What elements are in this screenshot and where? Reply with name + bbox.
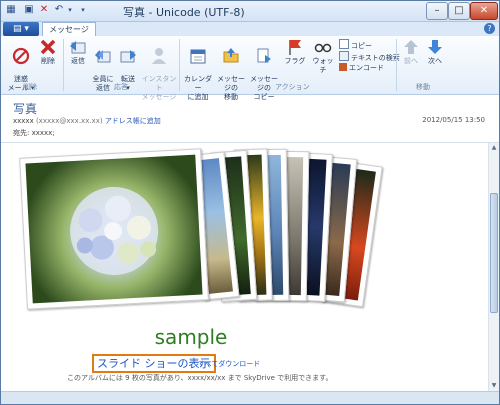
add-calendar-button[interactable]: カレンダー に追加 (182, 38, 214, 102)
tab-message[interactable]: メッセージ (42, 22, 96, 36)
encoding-button[interactable]: エンコード (339, 63, 384, 73)
customize-chevron-icon[interactable]: ▾ (79, 4, 87, 16)
copy-icon (339, 39, 349, 49)
album-note: このアルバムには 9 枚の写真があり、xxxx/xx/xx まで SkyDriv… (67, 374, 333, 382)
app-menu-icon[interactable]: ▦ (5, 4, 17, 16)
minimize-button[interactable]: – (426, 2, 448, 20)
forward-icon (120, 50, 136, 63)
reply-group-label: 応答 (114, 83, 128, 91)
encoding-icon (339, 63, 347, 71)
glasses-icon (314, 43, 332, 53)
find-text-label: テキストの検索 (351, 54, 400, 62)
slideshow-link[interactable]: スライド ショーの表示 (92, 354, 216, 373)
sender-email: (xxxxx@xxx.xx.xx) (35, 117, 103, 125)
main-album-photo[interactable] (19, 148, 209, 310)
watch-button[interactable]: ウォッチ (310, 38, 336, 75)
reply-envelope-icon (70, 41, 86, 54)
flag-button[interactable]: フラグ (284, 38, 306, 66)
flag-label: フラグ (284, 57, 306, 65)
status-bar (1, 391, 499, 404)
delete-x-icon (40, 39, 56, 55)
file-menu-button[interactable]: ▤ ▾ (3, 22, 39, 36)
scrollbar-thumb[interactable] (490, 193, 498, 313)
scroll-down-icon[interactable]: ▼ (489, 381, 499, 391)
reply-all-button[interactable]: 全員に 返信 (91, 38, 115, 93)
window-title: 写真 - Unicode (UTF-8) (123, 6, 245, 19)
hydrangea-photo-image (25, 154, 203, 304)
sender-name: xxxxx (13, 117, 34, 125)
move-button[interactable]: メッセージの 移動 (216, 38, 246, 102)
copy-button[interactable]: コピー (339, 39, 372, 51)
delete-label: 削除 (41, 57, 55, 65)
reply-label: 返信 (71, 57, 85, 65)
vertical-scrollbar[interactable]: ▲ ▼ (488, 143, 499, 391)
chevron-down-icon[interactable]: ▾ (66, 4, 74, 16)
copy-message-icon (257, 48, 271, 63)
encoding-label: エンコード (349, 64, 384, 72)
add-contact-link[interactable]: アドレス帳に追加 (105, 117, 161, 125)
help-icon[interactable]: ? (484, 23, 495, 34)
ribbon-separator (179, 39, 180, 91)
down-arrow-icon (428, 40, 442, 54)
folder-icon (223, 48, 239, 63)
download-all-link[interactable]: すべてダウンロード (198, 359, 260, 369)
next-label: 次へ (428, 57, 442, 65)
reply-icon[interactable]: ↶ (53, 4, 65, 16)
reply-all-icon (95, 50, 111, 63)
scroll-up-icon[interactable]: ▲ (489, 143, 499, 153)
maximize-button[interactable]: □ (448, 2, 470, 20)
title-bar: ▦ ▣ ✕ ↶ ▾ ▾ 写真 - Unicode (UTF-8) – □ ✕ (1, 1, 499, 22)
delete-button[interactable]: 削除 (37, 38, 59, 66)
message-date: 2012/05/15 13:50 (422, 116, 485, 124)
ribbon-tab-bar: ▤ ▾ メッセージ ? (1, 22, 499, 36)
hydrangea-image (70, 186, 159, 275)
move-group-label: 移動 (416, 83, 430, 91)
junk-icon (12, 47, 30, 65)
album-title: sample (154, 325, 228, 349)
prev-label: 前へ (404, 57, 418, 65)
message-subject: 写真 (13, 102, 38, 116)
im-button[interactable]: インスタント メッセージ (141, 38, 177, 102)
up-arrow-icon (404, 40, 418, 54)
find-text-button[interactable]: テキストの検索 (339, 51, 400, 63)
ribbon: 迷惑 メール ▾ 削除 削除 返信 全員に 返信 転送 ▾ インスタント メッセ… (1, 36, 499, 101)
next-button[interactable]: 次へ (425, 38, 445, 66)
copy-message-button[interactable]: メッセージの コピー (248, 38, 280, 102)
message-sender: xxxxx (xxxxx@xxx.xx.xx) アドレス帳に追加 (13, 116, 161, 126)
prev-button[interactable]: 前へ (401, 38, 421, 66)
find-icon (339, 51, 349, 61)
message-header: 写真 xxxxx (xxxxx@xxx.xx.xx) アドレス帳に追加 2012… (1, 95, 499, 143)
ribbon-separator (396, 39, 397, 91)
person-icon (152, 48, 166, 64)
message-body: sample スライド ショーの表示 すべてダウンロード このアルバムには 9 … (1, 143, 488, 391)
close-button[interactable]: ✕ (470, 2, 498, 20)
reply-button[interactable]: 返信 (67, 38, 89, 66)
actions-group-label: アクション (275, 83, 310, 91)
calendar-icon (190, 49, 206, 64)
ribbon-separator (63, 39, 64, 91)
delete-icon[interactable]: ✕ (38, 4, 50, 16)
mail-window: ▦ ▣ ✕ ↶ ▾ ▾ 写真 - Unicode (UTF-8) – □ ✕ ▤… (0, 0, 500, 405)
delete-group-label: 削除 (23, 83, 37, 91)
copy-label: コピー (351, 42, 372, 50)
watch-label: ウォッチ (312, 57, 334, 74)
save-icon[interactable]: ▣ (23, 4, 35, 16)
reply-all-label: 全員に 返信 (92, 75, 114, 92)
flag-icon (289, 40, 301, 55)
message-recipients: 宛先: xxxxx; (13, 129, 55, 137)
